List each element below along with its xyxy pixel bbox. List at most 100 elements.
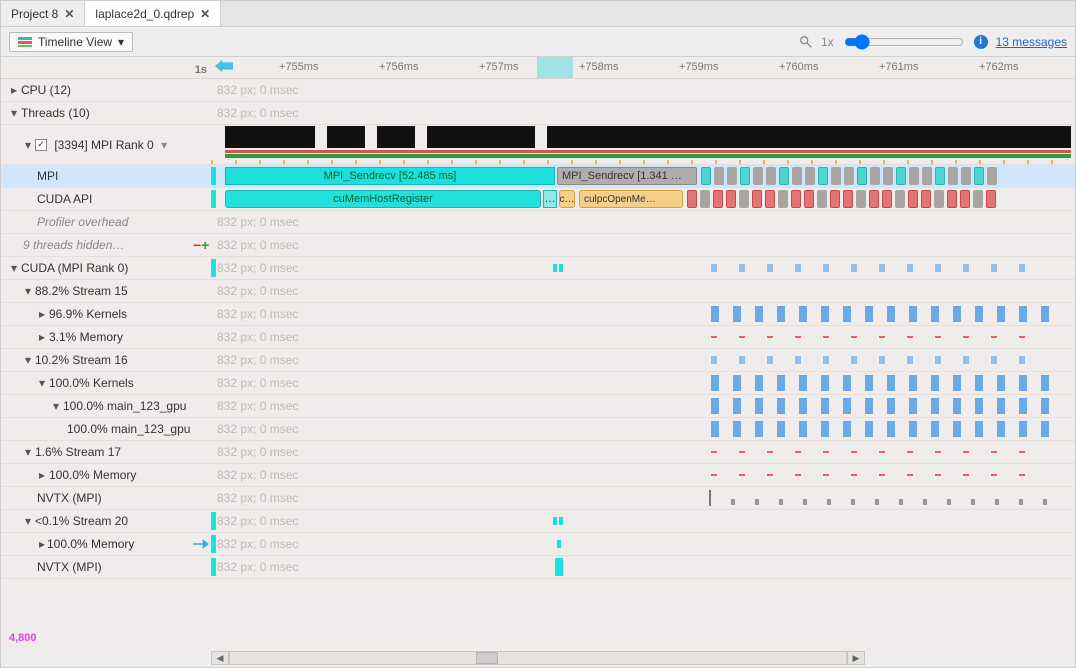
tree-profiler-overhead[interactable]: Profiler overhead xyxy=(1,211,211,233)
caret-right-icon[interactable]: ▸ xyxy=(37,309,47,319)
tree-hidden-threads[interactable]: 9 threads hidden…−+ xyxy=(1,234,211,256)
caret-down-icon[interactable]: ▾ xyxy=(23,355,33,365)
tree-rank0[interactable]: ▾✓ [3394] MPI Rank 0 ▾ xyxy=(1,125,211,164)
tl-s17-memory[interactable]: 832 px; 0 msec xyxy=(211,464,1075,486)
tl-cuda-rank[interactable]: 832 px; 0 msec xyxy=(211,257,1075,279)
tree-stream-16[interactable]: ▾10.2% Stream 16 xyxy=(1,349,211,371)
time-ruler[interactable]: +755ms +756ms +757ms +758ms +759ms +760m… xyxy=(211,57,1075,79)
caret-down-icon[interactable]: ▾ xyxy=(51,401,61,411)
caret-right-icon[interactable]: ▸ xyxy=(37,539,47,549)
tree-cuda-rank[interactable]: ▾CUDA (MPI Rank 0) xyxy=(1,257,211,279)
caret-down-icon[interactable]: ▾ xyxy=(23,286,33,296)
ruler-tick: +761ms xyxy=(879,61,918,73)
chevron-down-icon[interactable]: ▾ xyxy=(161,138,167,152)
caret-right-icon[interactable]: ▸ xyxy=(9,85,19,95)
rank-checkbox[interactable]: ✓ xyxy=(35,139,47,151)
horizontal-scrollbar[interactable]: ◀ ▶ xyxy=(1,649,1075,667)
tl-s16[interactable]: 832 px; 0 msec xyxy=(211,349,1075,371)
tree-s16-kernels[interactable]: ▾100.0% Kernels xyxy=(1,372,211,394)
cuda-memhostregister[interactable]: cuMemHostRegister xyxy=(225,190,541,208)
chevron-down-icon: ▾ xyxy=(118,35,124,49)
tl-s20-nvtx[interactable]: 832 px; 0 msec xyxy=(211,556,1075,578)
scroll-track[interactable] xyxy=(229,651,847,665)
tl-s16-kernels[interactable]: 832 px; 0 msec xyxy=(211,372,1075,394)
tree-panel: 1s ▸CPU (12) ▾Threads (10) ▾✓ [3394] MPI… xyxy=(1,57,211,627)
tl-s20-memory[interactable]: 832 px; 0 msec xyxy=(211,533,1075,555)
caret-down-icon[interactable]: ▾ xyxy=(23,140,33,150)
ruler-tick: +756ms xyxy=(379,61,418,73)
tl-s15-memory[interactable]: 832 px; 0 msec xyxy=(211,326,1075,348)
tree-s15-memory[interactable]: ▸3.1% Memory xyxy=(1,326,211,348)
tl-s16-k1[interactable]: 832 px; 0 msec xyxy=(211,395,1075,417)
tree-s17-memory[interactable]: ▸100.0% Memory xyxy=(1,464,211,486)
ruler-tick: +758ms xyxy=(579,61,618,73)
tl-s17[interactable]: 832 px; 0 msec xyxy=(211,441,1075,463)
tl-s17-nvtx[interactable]: 832 px; 0 msec xyxy=(211,487,1075,509)
time-selection[interactable] xyxy=(537,57,573,78)
caret-right-icon[interactable]: ▸ xyxy=(37,470,47,480)
tab-project[interactable]: Project 8 ✕ xyxy=(1,1,85,26)
caret-down-icon[interactable]: ▾ xyxy=(9,263,19,273)
caret-down-icon[interactable]: ▾ xyxy=(23,447,33,457)
scroll-left-icon[interactable]: ◀ xyxy=(211,651,229,665)
cuda-call-short[interactable]: c… xyxy=(559,190,575,208)
tl-s15-kernels[interactable]: 832 px; 0 msec xyxy=(211,303,1075,325)
tl-hidden[interactable]: 832 px; 0 msec xyxy=(211,234,1075,256)
tree-s16-kernel-main-leaf[interactable]: 100.0% main_123_gpu xyxy=(1,418,211,440)
tree-s17-nvtx[interactable]: NVTX (MPI) xyxy=(1,487,211,509)
messages-link[interactable]: 13 messages xyxy=(996,35,1067,49)
tree-s16-kernel-main[interactable]: ▾100.0% main_123_gpu xyxy=(1,395,211,417)
tree-stream-15[interactable]: ▾88.2% Stream 15 xyxy=(1,280,211,302)
tree-threads[interactable]: ▾Threads (10) xyxy=(1,102,211,124)
ruler-tick: +757ms xyxy=(479,61,518,73)
mpi-sendrecv-short[interactable]: MPI_Sendrecv [1.341 … xyxy=(557,167,697,185)
tree-s15-kernels[interactable]: ▸96.9% Kernels xyxy=(1,303,211,325)
tree-s20-nvtx[interactable]: NVTX (MPI) xyxy=(1,556,211,578)
collapse-icon[interactable]: − xyxy=(193,237,201,253)
expand-icon[interactable]: + xyxy=(201,237,209,253)
caret-right-icon[interactable]: ▸ xyxy=(37,332,47,342)
close-icon[interactable]: ✕ xyxy=(64,7,74,21)
tree-stream-17[interactable]: ▾1.6% Stream 17 xyxy=(1,441,211,463)
caret-down-icon[interactable]: ▾ xyxy=(37,378,47,388)
zoom-slider[interactable] xyxy=(844,34,964,50)
ruler-1s: 1s xyxy=(195,64,207,76)
cuda-ipc-openmem[interactable]: culpcOpenMe… xyxy=(579,190,683,208)
tl-cpu[interactable]: 832 px; 0 msec xyxy=(211,79,1075,101)
status-number: 4,800 xyxy=(9,632,37,644)
tree-mpi[interactable]: MPI xyxy=(1,165,211,187)
tree-cpu[interactable]: ▸CPU (12) xyxy=(1,79,211,101)
tl-cuda-api[interactable]: cuMemHostRegister … c… culpcOpenMe… xyxy=(211,188,1075,210)
back-arrow-icon[interactable] xyxy=(215,59,233,73)
view-label: Timeline View xyxy=(38,35,112,49)
tab-report[interactable]: laplace2d_0.qdrep ✕ xyxy=(85,1,221,26)
tl-s20[interactable]: 832 px; 0 msec xyxy=(211,510,1075,532)
timeline-panel[interactable]: +755ms +756ms +757ms +758ms +759ms +760m… xyxy=(211,57,1075,627)
info-icon: i xyxy=(974,35,988,49)
tree-cuda-api[interactable]: CUDA API xyxy=(1,188,211,210)
cuda-more-button[interactable]: … xyxy=(543,190,557,208)
zoom-label: 1x xyxy=(821,35,834,49)
tl-mpi[interactable]: MPI_Sendrecv [52.485 ms] MPI_Sendrecv [1… xyxy=(211,165,1075,187)
tl-profiler[interactable]: 832 px; 0 msec xyxy=(211,211,1075,233)
tree-s20-memory[interactable]: ▸100.0% Memory xyxy=(1,533,211,555)
close-icon[interactable]: ✕ xyxy=(200,7,210,21)
status-bar: 4,800 xyxy=(1,627,1075,649)
caret-down-icon[interactable]: ▾ xyxy=(9,108,19,118)
mpi-sendrecv-long[interactable]: MPI_Sendrecv [52.485 ms] xyxy=(225,167,555,185)
goto-arrow-icon[interactable] xyxy=(193,538,209,550)
tab-label: Project 8 xyxy=(11,7,58,21)
scroll-thumb[interactable] xyxy=(476,652,498,664)
ruler-tick: +755ms xyxy=(279,61,318,73)
scroll-right-icon[interactable]: ▶ xyxy=(847,651,865,665)
tl-s15[interactable]: 832 px; 0 msec xyxy=(211,280,1075,302)
tl-rank0[interactable] xyxy=(211,125,1075,164)
tl-threads[interactable]: 832 px; 0 msec xyxy=(211,102,1075,124)
toolbar: Timeline View ▾ 1x i 13 messages xyxy=(1,27,1075,57)
tree-stream-20[interactable]: ▾<0.1% Stream 20 xyxy=(1,510,211,532)
editor-tabs: Project 8 ✕ laplace2d_0.qdrep ✕ xyxy=(1,1,1075,27)
tl-s16-k2[interactable]: 832 px; 0 msec xyxy=(211,418,1075,440)
caret-down-icon[interactable]: ▾ xyxy=(23,516,33,526)
search-icon xyxy=(799,35,813,49)
view-selector[interactable]: Timeline View ▾ xyxy=(9,32,133,52)
